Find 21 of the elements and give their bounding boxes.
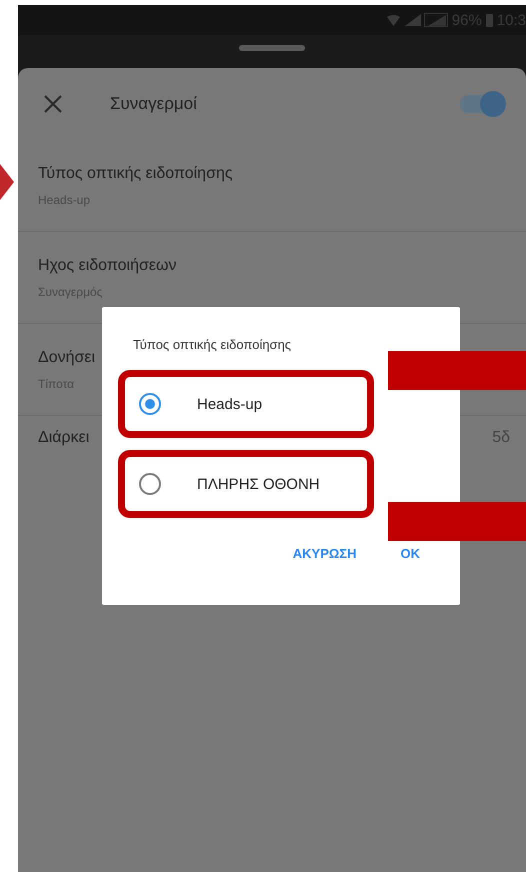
radio-option[interactable]: Heads-up (118, 370, 374, 438)
signal-icon (424, 13, 448, 27)
option-label: Heads-up (197, 396, 262, 412)
dialog-button[interactable]: OK (388, 538, 432, 569)
radio-option[interactable]: ΠΛΗΡΗΣ ΟΘΟΝΗ (118, 450, 374, 518)
setting-label: Διάρκει (38, 429, 90, 447)
signal-icon (402, 14, 421, 26)
setting-label: Ηχος ειδοποιήσεων (38, 256, 178, 274)
close-icon[interactable] (44, 95, 62, 113)
setting-label: Τύπος οπτικής ειδοποίησης (38, 164, 234, 182)
option-label: ΠΛΗΡΗΣ ΟΘΟΝΗ (197, 476, 320, 492)
setting-label: Δονήσει (38, 348, 96, 366)
radio-button[interactable] (139, 393, 161, 415)
battery-icon (486, 14, 493, 26)
annotation-arrow (0, 162, 14, 202)
wifi-icon (386, 14, 400, 26)
radio-button[interactable] (139, 473, 161, 495)
dialog-title: Τύπος οπτικής ειδοποίησης (133, 337, 292, 352)
dialog-button[interactable]: ΑΚΥΡΩΣΗ (280, 538, 368, 569)
sheet-title: Συναγερμοί (110, 94, 198, 114)
drag-handle[interactable] (239, 45, 305, 51)
